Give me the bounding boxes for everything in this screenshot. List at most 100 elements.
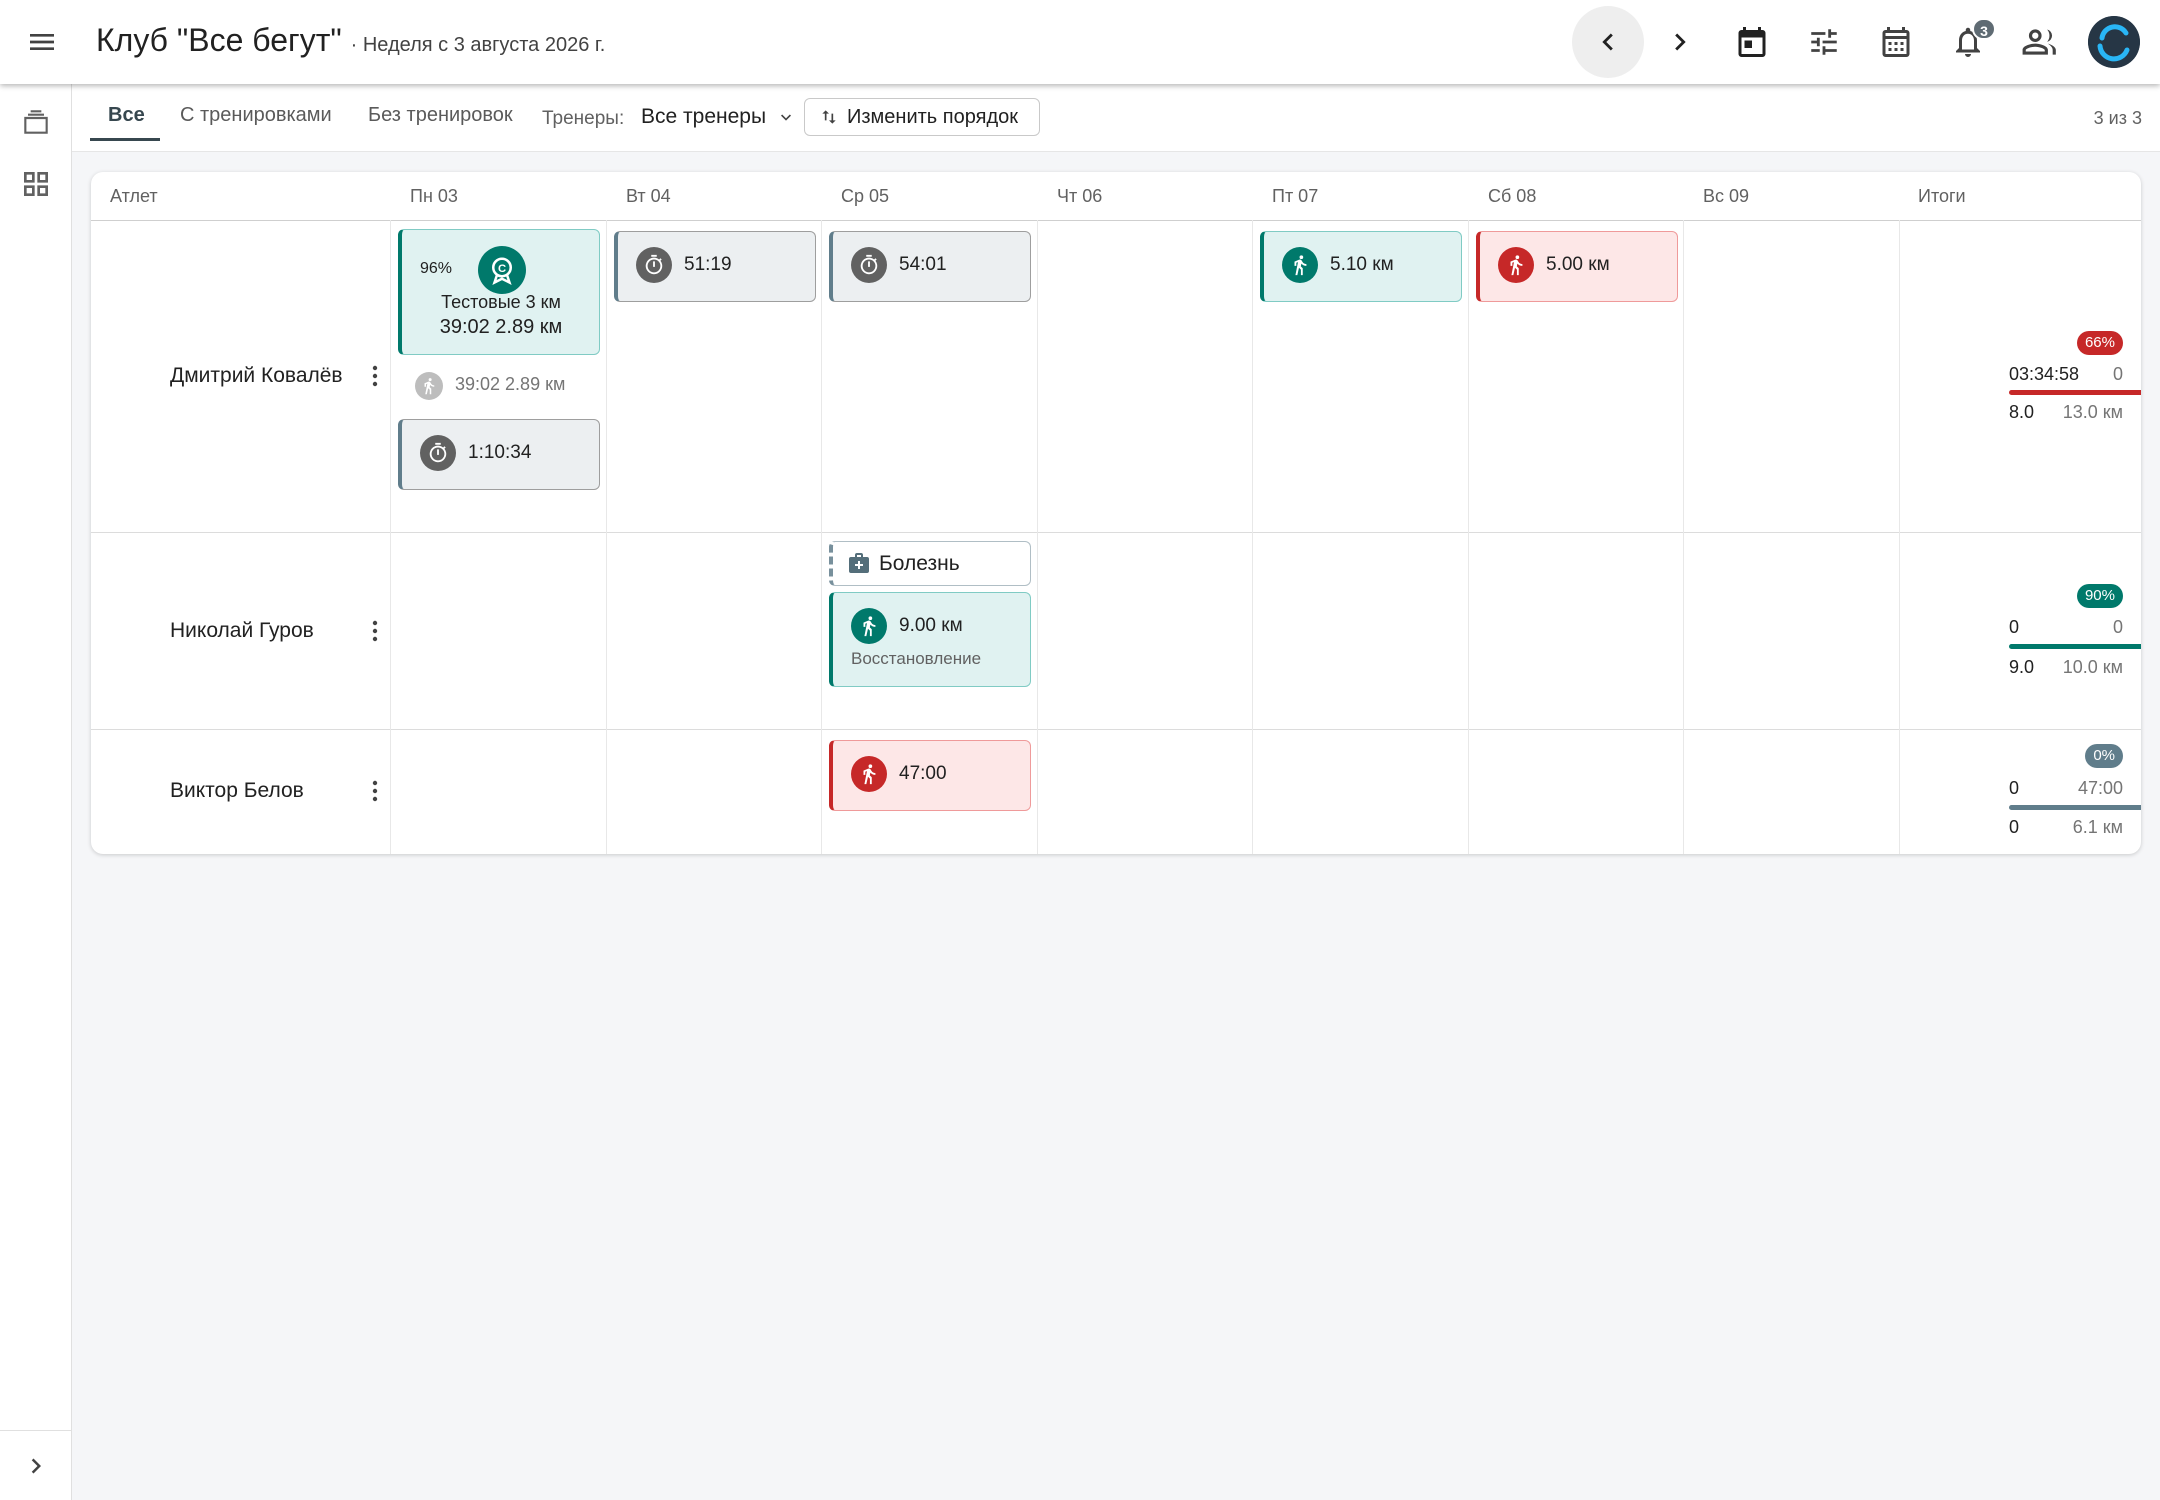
athletes-button[interactable]	[2004, 6, 2076, 78]
more-vert-icon[interactable]	[367, 778, 383, 804]
run-icon	[1282, 247, 1318, 283]
run-card[interactable]: 5.00 км	[1476, 231, 1678, 302]
avatar[interactable]	[2088, 16, 2140, 68]
test-name: Тестовые 3 км	[441, 292, 561, 312]
previous-week-button[interactable]	[1572, 6, 1644, 78]
top-app-bar: Клуб "Все бегут" · Неделя с 3 августа 20…	[0, 0, 2160, 84]
illness-label: Болезнь	[879, 552, 960, 575]
header-athlete: Атлет	[110, 186, 158, 206]
grid-icon[interactable]	[20, 168, 52, 200]
column-divider	[1468, 220, 1469, 854]
more-vert-icon[interactable]	[367, 618, 383, 644]
workout-duration: 1:10:34	[468, 442, 532, 463]
total-distance-plan: 6.1 км	[2072, 817, 2123, 837]
header-sun: Вс 09	[1703, 186, 1750, 206]
tab-without-workouts[interactable]: Без тренировок	[368, 104, 513, 127]
run-activity-icon	[415, 372, 443, 400]
avatar-logo-icon	[2088, 16, 2140, 68]
tab-with-workouts[interactable]: С тренировками	[180, 104, 332, 127]
chevron-left-icon	[1602, 33, 1613, 51]
total-distance-done: 9.0	[2009, 657, 2035, 677]
workout-duration: 51:19	[684, 254, 732, 275]
chevron-down-icon	[780, 114, 791, 122]
progress-bar	[2009, 390, 2141, 395]
progress-bar	[2009, 805, 2141, 810]
run-distance: 5.00 км	[1546, 254, 1610, 275]
column-divider	[1252, 220, 1253, 854]
header-divider	[91, 220, 2141, 221]
coach-filter-label: Тренеры:	[542, 108, 625, 129]
today-button[interactable]	[1716, 6, 1788, 78]
athlete-name[interactable]: Николай Гуров	[170, 619, 314, 643]
more-vert-icon[interactable]	[367, 363, 383, 389]
notification-count-badge: 3	[1972, 18, 1996, 40]
chevron-right-icon	[1675, 33, 1686, 51]
timer-icon	[636, 247, 672, 283]
chevron-right-icon	[31, 1458, 41, 1473]
header-thu: Чт 06	[1057, 186, 1103, 206]
tab-all[interactable]: Все	[108, 104, 145, 127]
side-nav	[0, 84, 72, 1500]
timer-icon	[851, 247, 887, 283]
run-card[interactable]: 47:00	[829, 740, 1031, 811]
total-time-done: 0	[2009, 617, 2020, 637]
today-calendar-icon	[1738, 27, 1766, 57]
run-card[interactable]: 5.10 км	[1260, 231, 1462, 302]
header-tue: Вт 04	[626, 186, 671, 206]
coach-select-value: Все тренеры	[641, 105, 767, 128]
column-divider	[821, 220, 822, 854]
total-time-plan: 47:00	[2077, 778, 2123, 798]
completed-activity[interactable]: 39:02 2.89 км	[455, 374, 565, 395]
total-distance-plan: 13.0 км	[2062, 402, 2123, 422]
workout-card[interactable]: 51:19	[614, 231, 816, 302]
filter-bar: Все С тренировками Без тренировок Тренер…	[72, 84, 2160, 152]
week-completion-badge: 90%	[2076, 584, 2123, 608]
header-mon: Пн 03	[410, 186, 458, 206]
total-time-done: 03:34:58	[2009, 364, 2080, 384]
workout-note: Восстановление	[851, 649, 982, 668]
filters-button[interactable]	[1788, 6, 1860, 78]
row-divider	[91, 532, 2141, 533]
total-distance-done: 8.0	[2009, 402, 2035, 422]
progress-bar	[2009, 644, 2141, 649]
results-count: 3 из 3	[2093, 108, 2142, 128]
athlete-name[interactable]: Виктор Белов	[170, 779, 304, 803]
illness-card[interactable]: Болезнь	[829, 541, 1031, 586]
total-time-done: 0	[2009, 778, 2020, 798]
total-time-plan: 0	[2112, 364, 2123, 384]
header-fri: Пт 07	[1272, 186, 1319, 206]
run-card[interactable]: 9.00 км Восстановление	[829, 592, 1031, 687]
header-wed: Ср 05	[841, 186, 890, 206]
workout-card[interactable]: 54:01	[829, 231, 1031, 302]
athlete-name[interactable]: Дмитрий Ковалёв	[170, 364, 343, 388]
header-totals: Итоги	[1918, 186, 1966, 206]
column-divider	[1037, 220, 1038, 854]
reorder-button[interactable]: Изменить порядок	[804, 98, 1040, 136]
club-title: Клуб "Все бегут"	[96, 22, 342, 58]
menu-icon[interactable]	[26, 26, 58, 58]
workout-card[interactable]: 1:10:34	[398, 419, 600, 490]
run-icon	[851, 756, 887, 792]
column-divider	[1899, 220, 1900, 854]
total-distance-done: 0	[2009, 817, 2020, 837]
total-time-plan: 0	[2112, 617, 2123, 637]
layers-icon[interactable]	[20, 106, 52, 138]
test-badge-icon: C	[478, 246, 526, 294]
run-distance: 5.10 км	[1330, 254, 1394, 275]
next-week-button[interactable]	[1644, 6, 1716, 78]
expand-sidebar-button[interactable]	[0, 1430, 72, 1500]
column-divider	[390, 220, 391, 854]
page-title: Клуб "Все бегут" · Неделя с 3 августа 20…	[96, 22, 605, 59]
week-subtitle: · Неделя с 3 августа 2026 г.	[350, 34, 606, 56]
coach-select[interactable]: Все тренеры	[641, 105, 796, 129]
run-duration: 47:00	[899, 763, 947, 784]
notifications-button[interactable]: 3	[1932, 6, 2004, 78]
calendar-button[interactable]	[1860, 6, 1932, 78]
run-distance: 9.00 км	[899, 615, 963, 636]
test-workout-card[interactable]: 96% C Тестовые 3 км 39:02 2.89 км	[398, 229, 600, 355]
week-completion-badge: 0%	[2085, 744, 2123, 768]
timer-icon	[420, 435, 456, 471]
column-divider	[1683, 220, 1684, 854]
workout-duration: 54:01	[899, 254, 947, 275]
run-icon	[1498, 247, 1534, 283]
